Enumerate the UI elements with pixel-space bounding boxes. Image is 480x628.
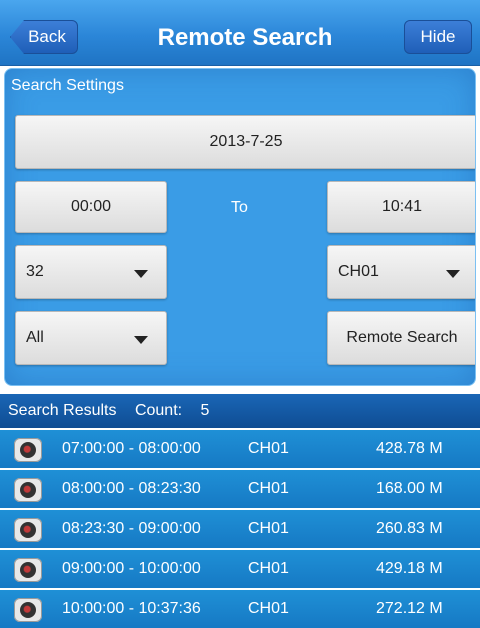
row-channel: CH01 <box>248 440 289 457</box>
results-list: 07:00:00 - 08:00:00 CH01 428.78 M 08:00:… <box>0 430 480 628</box>
camera-icon <box>14 438 42 462</box>
date-value: 2013-7-25 <box>209 133 283 150</box>
row-size: 260.83 M <box>376 520 443 537</box>
camera-icon <box>14 598 42 622</box>
back-button[interactable]: Back <box>10 20 78 54</box>
row-channel: CH01 <box>248 560 289 577</box>
header-bar: Back Remote Search Hide <box>0 0 480 66</box>
caret-down-icon <box>134 336 148 344</box>
row-size: 428.78 M <box>376 440 443 457</box>
remote-search-button[interactable]: Remote Search <box>327 311 475 365</box>
count-label: Count: 5 <box>135 402 224 419</box>
date-picker-button[interactable]: 2013-7-25 <box>15 115 475 169</box>
list-item[interactable]: 08:00:00 - 08:23:30 CH01 168.00 M <box>0 470 480 510</box>
quality-select[interactable]: 32 <box>15 245 167 299</box>
quality-value: 32 <box>26 263 44 280</box>
count-text: Count: <box>134 402 183 419</box>
remote-search-label: Remote Search <box>346 329 458 346</box>
caret-down-icon <box>446 270 460 278</box>
row-time: 08:00:00 - 08:23:30 <box>62 480 201 497</box>
row-size: 168.00 M <box>376 480 443 497</box>
to-label: To <box>231 199 248 216</box>
row-time: 09:00:00 - 10:00:00 <box>62 560 201 577</box>
count-value: 5 <box>200 402 210 419</box>
row-size: 272.12 M <box>376 600 443 617</box>
results-label: Search Results <box>8 402 117 419</box>
type-select[interactable]: All <box>15 311 167 365</box>
list-item[interactable]: 10:00:00 - 10:37:36 CH01 272.12 M <box>0 590 480 628</box>
row-time: 08:23:30 - 09:00:00 <box>62 520 201 537</box>
row-channel: CH01 <box>248 480 289 497</box>
camera-icon <box>14 558 42 582</box>
search-settings-panel: Search Settings 2013-7-25 00:00 To 10:41… <box>4 68 476 386</box>
row-channel: CH01 <box>248 600 289 617</box>
end-time-button[interactable]: 10:41 <box>327 181 475 233</box>
start-time-value: 00:00 <box>70 198 112 215</box>
list-item[interactable]: 07:00:00 - 08:00:00 CH01 428.78 M <box>0 430 480 470</box>
search-settings-label: Search Settings <box>11 77 124 94</box>
start-time-button[interactable]: 00:00 <box>15 181 167 233</box>
row-time: 07:00:00 - 08:00:00 <box>62 440 201 457</box>
search-results-header: Search Results Count: 5 <box>0 394 480 428</box>
camera-icon <box>14 478 42 502</box>
hide-button[interactable]: Hide <box>404 20 472 54</box>
row-size: 429.18 M <box>376 560 443 577</box>
list-item[interactable]: 08:23:30 - 09:00:00 CH01 260.83 M <box>0 510 480 550</box>
row-channel: CH01 <box>248 520 289 537</box>
type-value: All <box>26 329 44 346</box>
caret-down-icon <box>134 270 148 278</box>
end-time-value: 10:41 <box>381 198 423 215</box>
row-time: 10:00:00 - 10:37:36 <box>62 600 201 617</box>
list-item[interactable]: 09:00:00 - 10:00:00 CH01 429.18 M <box>0 550 480 590</box>
camera-icon <box>14 518 42 542</box>
channel-select[interactable]: CH01 <box>327 245 475 299</box>
page-title: Remote Search <box>157 24 333 51</box>
channel-value: CH01 <box>338 263 379 280</box>
